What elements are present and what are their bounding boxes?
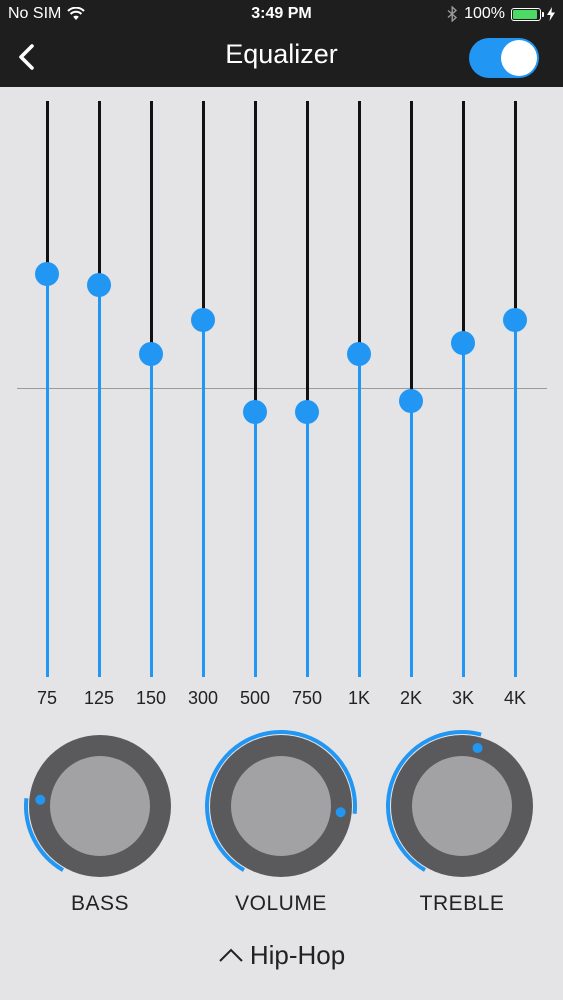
slider-track-lower — [98, 285, 101, 677]
slider-track-lower — [462, 342, 465, 677]
eq-slider-150[interactable] — [139, 101, 163, 677]
bass-knob-label: BASS — [70, 892, 130, 915]
eq-frequency-label: 1K — [347, 688, 371, 708]
knob-graphic — [386, 730, 533, 877]
eq-slider-750[interactable] — [295, 101, 319, 677]
eq-slider-75[interactable] — [35, 101, 59, 677]
slider-track-upper — [98, 101, 101, 286]
knob-graphic — [205, 730, 357, 877]
eq-frequency-label: 2K — [399, 688, 423, 708]
slider-thumb[interactable] — [87, 273, 111, 298]
eq-frequency-label: 125 — [83, 688, 115, 708]
knob-cap — [50, 756, 150, 856]
knob-cap — [231, 756, 331, 856]
eq-slider-300[interactable] — [191, 101, 215, 677]
preset-selector[interactable]: Hip-Hop — [0, 940, 563, 971]
eq-slider-2k[interactable] — [399, 101, 423, 677]
slider-track-upper — [514, 101, 517, 320]
slider-track-upper — [150, 101, 153, 355]
slider-track-lower — [514, 319, 517, 677]
slider-thumb[interactable] — [191, 307, 215, 332]
eq-slider-500[interactable] — [243, 101, 267, 677]
bluetooth-icon — [447, 6, 458, 22]
preset-label: Hip-Hop — [249, 940, 346, 970]
eq-frequency-label: 4K — [503, 688, 527, 708]
eq-slider-3k[interactable] — [451, 101, 475, 677]
battery-percent: 100% — [464, 5, 505, 22]
treble-knob-label: TREBLE — [419, 892, 505, 915]
toggle-knob — [501, 40, 537, 76]
slider-thumb[interactable] — [139, 342, 163, 367]
knob-cap — [412, 756, 512, 856]
slider-track-upper — [358, 101, 361, 355]
slider-thumb[interactable] — [35, 261, 59, 286]
slider-track-lower — [358, 354, 361, 677]
slider-track-upper — [306, 101, 309, 413]
nav-bar: Equalizer — [0, 30, 563, 87]
battery-icon — [511, 7, 544, 21]
battery-fill — [513, 9, 537, 19]
volume-knob-label: VOLUME — [235, 892, 327, 915]
equalizer-sliders: 75 125 150 300 500 750 1K 2K 3K 4K — [0, 87, 563, 717]
slider-track-lower — [150, 354, 153, 677]
eq-frequency-label: 750 — [291, 688, 323, 708]
knob-graphic — [24, 735, 171, 877]
slider-track-upper — [462, 101, 465, 343]
slider-track-upper — [202, 101, 205, 320]
eq-slider-4k[interactable] — [503, 101, 527, 677]
volume-knob[interactable] — [203, 728, 359, 884]
bass-knob[interactable] — [22, 728, 178, 884]
slider-thumb[interactable] — [399, 388, 423, 413]
eq-frequency-label: 3K — [451, 688, 475, 708]
slider-track-lower — [410, 400, 413, 677]
slider-track-upper — [46, 101, 49, 274]
charging-icon — [547, 7, 555, 21]
status-right: 100% — [447, 5, 555, 23]
slider-track-upper — [410, 101, 413, 401]
slider-thumb[interactable] — [503, 307, 527, 332]
slider-track-lower — [202, 319, 205, 677]
eq-frequency-label: 75 — [36, 688, 58, 708]
slider-track-lower — [306, 412, 309, 677]
knob-indicator-dot — [35, 794, 46, 805]
knob-indicator-dot — [335, 807, 346, 818]
chevron-up-icon — [219, 948, 243, 962]
eq-frequency-label: 150 — [135, 688, 167, 708]
slider-track-lower — [46, 273, 49, 677]
slider-thumb[interactable] — [243, 400, 267, 425]
treble-knob[interactable] — [384, 728, 540, 884]
equalizer-toggle[interactable] — [469, 38, 539, 78]
eq-slider-1k[interactable] — [347, 101, 371, 677]
eq-slider-125[interactable] — [87, 101, 111, 677]
knob-indicator-dot — [472, 743, 483, 754]
eq-frequency-label: 300 — [187, 688, 219, 708]
slider-track-upper — [254, 101, 257, 413]
slider-track-lower — [254, 412, 257, 677]
slider-thumb[interactable] — [451, 330, 475, 355]
slider-thumb[interactable] — [295, 400, 319, 425]
status-bar: No SIM 3:49 PM 100% — [0, 0, 563, 30]
slider-thumb[interactable] — [347, 342, 371, 367]
eq-frequency-label: 500 — [239, 688, 271, 708]
